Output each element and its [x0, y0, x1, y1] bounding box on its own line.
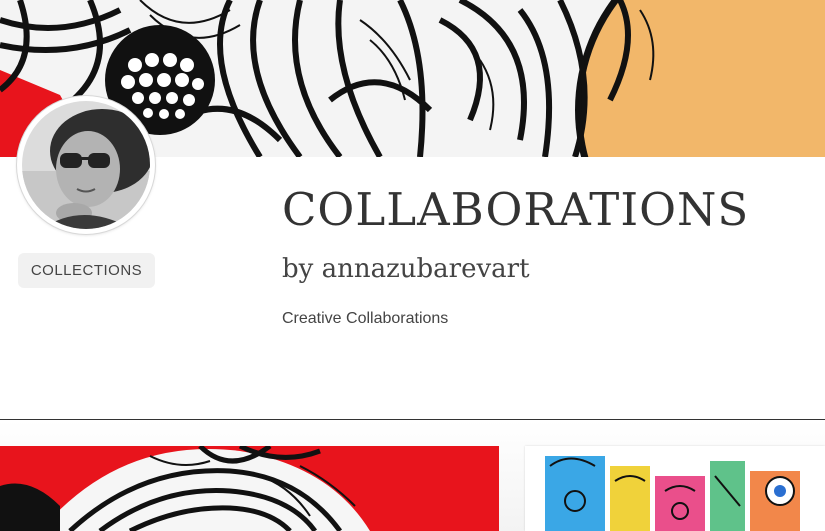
artwork-card[interactable]: [525, 446, 825, 531]
collection-title: COLLABORATIONS: [282, 183, 750, 236]
artwork-thumbnail-colorful-collage: [525, 446, 825, 531]
collection-byline[interactable]: by annazubarevart: [282, 252, 530, 286]
collection-description: Creative Collaborations: [282, 310, 449, 327]
artwork-card[interactable]: [0, 446, 499, 531]
artist-avatar[interactable]: [17, 96, 155, 234]
artist-photo-image: [22, 101, 150, 229]
collections-button[interactable]: COLLECTIONS: [18, 253, 155, 288]
artwork-thumbnail-red-floral: [0, 446, 499, 531]
